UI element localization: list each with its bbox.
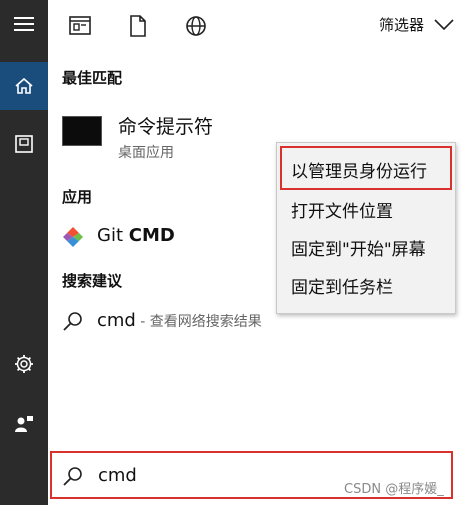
document-box-icon [15,135,33,153]
apps-filter-icon[interactable] [68,14,92,38]
context-menu: 以管理员身份运行 打开文件位置 固定到"开始"屏幕 固定到任务栏 [276,142,456,314]
git-cmd-prefix: Git [97,225,129,246]
left-rail [0,0,48,505]
menu-item-pin-to-taskbar[interactable]: 固定到任务栏 [291,273,393,298]
search-suggestions-heading: 搜索建议 [62,272,123,290]
filter-label: 筛选器 [378,16,424,34]
git-cmd-bold: CMD [128,225,175,246]
best-match-app-type: 桌面应用 [118,145,174,161]
git-cmd-app[interactable]: Git CMD [97,225,175,246]
best-match-app-name[interactable]: 命令提示符 [118,112,213,139]
suggestion-term: cmd [97,310,136,331]
documents-button[interactable] [0,120,48,168]
best-match-heading: 最佳匹配 [62,69,123,87]
chevron-down-icon [434,18,454,30]
git-cmd-icon[interactable] [62,226,84,248]
top-toolbar: 筛选器 [48,0,474,52]
suggestion-item[interactable]: cmd - 查看网络搜索结果 [97,310,262,331]
menu-item-open-file-location[interactable]: 打开文件位置 [291,197,393,222]
document-filter-icon[interactable] [126,14,150,38]
gear-icon [15,355,33,373]
settings-button[interactable] [0,340,48,388]
watermark: CSDN @程序媛_ [344,482,444,497]
hamburger-menu-button[interactable] [0,0,48,48]
person-feedback-icon [15,416,33,432]
user-feedback-button[interactable] [0,400,48,448]
hamburger-icon [14,17,34,31]
search-icon [63,467,82,486]
command-prompt-icon[interactable] [62,116,102,146]
filter-dropdown[interactable]: 筛选器 [379,14,454,35]
home-button[interactable] [0,62,48,110]
globe-filter-icon[interactable] [184,14,208,38]
search-icon [63,312,82,331]
suggestion-rest: - 查看网络搜索结果 [135,314,262,330]
apps-heading: 应用 [62,188,93,206]
menu-item-run-as-admin[interactable]: 以管理员身份运行 [291,157,427,182]
home-icon [15,77,33,94]
menu-item-pin-to-start[interactable]: 固定到"开始"屏幕 [291,235,426,260]
